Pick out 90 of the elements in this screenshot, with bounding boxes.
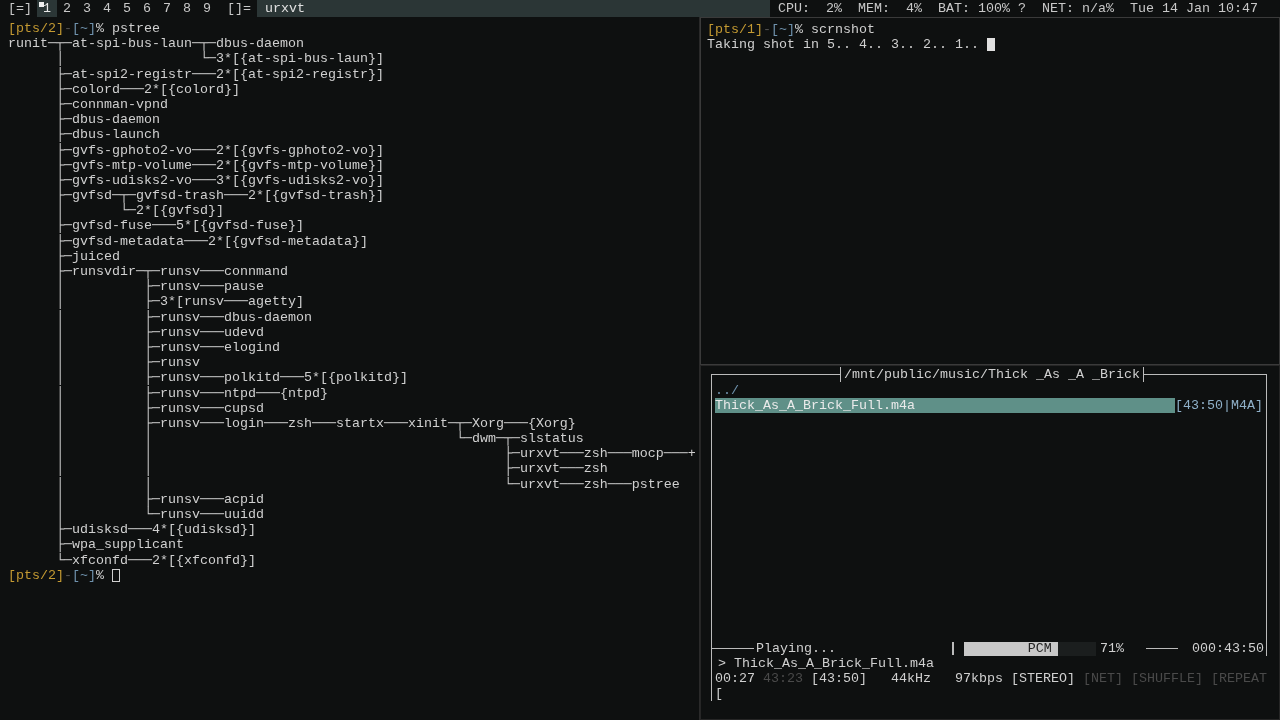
- status-item: BAT: 100% ?: [938, 0, 1027, 17]
- output-line: ├─gvfsd-metadata───2*[{gvfsd-metadata}]: [55, 233, 368, 249]
- workspace-tag[interactable]: 9: [197, 0, 217, 17]
- mode-flag-label: [STEREO]: [1011, 671, 1075, 687]
- workspace-tag[interactable]: 4: [97, 0, 117, 17]
- output-line: │ ├─runsv───udevd: [55, 324, 264, 340]
- mode-flag-label: [NET]: [1083, 671, 1123, 687]
- output-line: ├─at-spi2-registr───2*[{at-spi2-registr}]: [55, 66, 384, 82]
- command-text: scrnshot: [811, 22, 875, 38]
- file-name: Thick_As_A_Brick_Full.m4a: [715, 398, 1175, 414]
- output-line: ├─juiced: [55, 248, 120, 264]
- output-line: ├─gvfs-mtp-volume───2*[{gvfs-mtp-volume}]: [55, 157, 384, 173]
- output-line: │ ├─runsv───elogind: [55, 339, 280, 355]
- output-line: ├─dbus-launch: [55, 127, 160, 143]
- prompt-directory: [~]: [72, 21, 96, 37]
- output-line: ├─gvfs-gphoto2-vo───2*[{gvfs-gphoto2-vo}]: [55, 142, 384, 158]
- mixer-label: PCM: [1027, 640, 1053, 657]
- output-line: runit─┬─at-spi-bus-laun─┬─dbus-daemon: [8, 36, 304, 52]
- workspace-tag[interactable]: 1: [37, 0, 57, 17]
- output-line: │ ├─runsv───ntpd───{ntpd}: [55, 385, 328, 401]
- output-line: │ ├─runsv───acpid: [55, 491, 264, 507]
- output-line: │ └─runsv───uuidd: [55, 507, 264, 522]
- output-line: Taking shot in 5.. 4.. 3.. 2.. 1..: [707, 37, 980, 53]
- window-title: urxvt: [257, 0, 771, 17]
- file-row[interactable]: Thick_As_A_Brick_Full.m4a [43:50|M4A]: [715, 398, 1263, 414]
- prompt-tty: [pts/2]: [8, 567, 64, 583]
- output-line: │ ├─runsv───dbus-daemon: [55, 309, 312, 325]
- output-line: ├─gvfsd-fuse───5*[{gvfsd-fuse}]: [55, 218, 304, 234]
- prompt-separator: -: [763, 22, 771, 38]
- playback-state: Playing...: [756, 640, 836, 657]
- frame-line: [1146, 648, 1178, 649]
- layout-symbol[interactable]: []=: [217, 0, 257, 17]
- sample-rate: 44kHz: [891, 671, 931, 687]
- volume-reading: 71%: [1100, 640, 1124, 657]
- prompt-tty: [pts/1]: [707, 22, 763, 38]
- output-line: │ │ └─dwm─┬─slstatus: [55, 431, 584, 447]
- prompt-directory: [~]: [72, 567, 96, 583]
- file-info: [43:50|M4A]: [1175, 398, 1263, 414]
- layout-indicator[interactable]: [=]: [0, 0, 37, 17]
- frame-line: [952, 642, 954, 655]
- output-line: ├─dbus-daemon: [55, 112, 160, 128]
- output-line: │ ├─runsv───polkitd───5*[{polkitd}]: [55, 370, 408, 386]
- output-line: │ ├─runsv: [55, 355, 200, 371]
- workspace-tag[interactable]: 6: [137, 0, 157, 17]
- output-line: ├─gvfsd─┬─gvfsd-trash───2*[{gvfsd-trash}]: [55, 188, 384, 204]
- output-line: │ ├─runsv───login───zsh───startx───xinit─┬─Xorg───{Xorg}: [55, 415, 576, 431]
- current-track: > Thick_As_A_Brick_Full.m4a: [718, 656, 934, 672]
- prompt-symbol: %: [795, 22, 803, 38]
- output-line: ├─colord───2*[{colord}]: [55, 81, 240, 97]
- prompt-symbol: %: [96, 567, 104, 583]
- output-line: │ ├─3*[runsv───agetty]: [55, 294, 304, 310]
- output-line: │ └─3*[{at-spi-bus-laun}]: [56, 51, 384, 67]
- workspace-tag[interactable]: 5: [117, 0, 137, 17]
- bitrate: 97kbps: [955, 671, 1003, 687]
- workspace-tag[interactable]: 8: [177, 0, 197, 17]
- file-name: ../: [715, 383, 739, 399]
- track-length: [43:50]: [811, 671, 867, 687]
- remaining-time: 43:23: [763, 671, 803, 687]
- prompt-symbol: %: [96, 21, 104, 37]
- output-line: │ ├─runsv───cupsd: [55, 400, 264, 416]
- status-item: Tue 14 Jan 10:47: [1130, 0, 1258, 17]
- output-line: │ │ └─urxvt───zsh───pstree: [55, 476, 680, 492]
- output-line: ├─gvfs-udisks2-vo───3*[{gvfs-udisks2-vo}]: [55, 172, 384, 188]
- prompt-tty: [pts/2]: [8, 21, 64, 37]
- status-item: CPU: 2%: [778, 0, 843, 17]
- output-line: │ └─2*[{gvfsd}]: [55, 203, 224, 219]
- command-text: pstree: [112, 21, 160, 37]
- file-row[interactable]: ../: [715, 383, 1263, 399]
- directory-path: /mnt/public/music/Thick _As _A _Brick: [840, 367, 1144, 382]
- mode-flag-label: [REPEAT: [1211, 671, 1267, 687]
- output-line: ├─wpa_supplicant: [55, 537, 184, 553]
- status-item: NET: n/a%: [1042, 0, 1114, 17]
- prompt-directory: [~]: [771, 22, 795, 38]
- output-line: │ │ ├─urxvt───zsh: [55, 461, 608, 477]
- output-line: ├─udisksd───4*[{udisksd}]: [55, 522, 256, 538]
- output-line: │ ├─runsv───pause: [55, 279, 264, 295]
- output-line: └─xfconfd───2*[{xfconfd}]: [55, 552, 256, 568]
- output-line: ├─connman-vpnd: [55, 96, 168, 112]
- prompt-separator: -: [64, 21, 72, 37]
- progress-bracket-text: [: [715, 686, 723, 702]
- workspace-tag[interactable]: 3: [77, 0, 97, 17]
- total-time: 000:43:50: [1192, 640, 1264, 657]
- prompt-separator: -: [64, 567, 72, 583]
- output-line: │ │ ├─urxvt───zsh───mocp───+: [55, 446, 696, 462]
- elapsed-time: 00:27: [715, 671, 755, 687]
- workspace-tag[interactable]: 7: [157, 0, 177, 17]
- status-item: MEM: 4%: [858, 0, 923, 17]
- output-line: ├─runsvdir─┬─runsv───connmand: [55, 264, 288, 279]
- mode-flag-label: [SHUFFLE]: [1131, 671, 1203, 687]
- workspace-tag[interactable]: 2: [57, 0, 77, 17]
